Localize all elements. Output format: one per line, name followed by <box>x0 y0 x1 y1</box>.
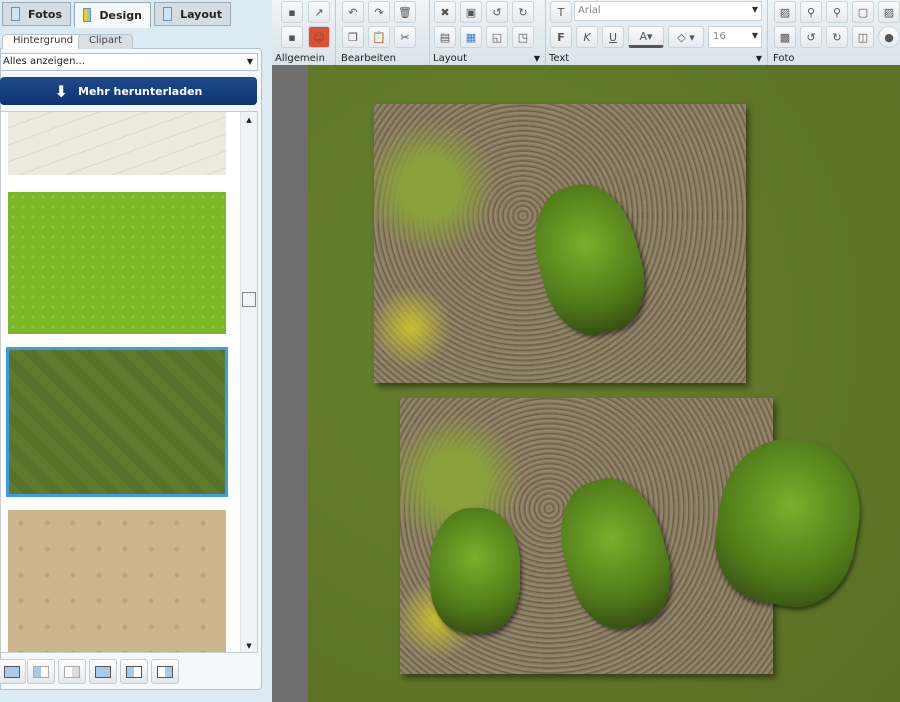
background-thumb-olive-selected[interactable] <box>6 347 228 497</box>
group-foto: ▨ ⚲ ⚲ ▢ ▨ ▩ ↺ ↻ ◫ ● Foto <box>770 0 900 65</box>
background-list <box>0 111 258 653</box>
subtab-clipart[interactable]: Clipart <box>78 34 134 49</box>
group-allgemein: ▪ ↗ ▪ ☺ Allgemein <box>272 0 336 65</box>
layout-right-spread-button[interactable] <box>151 659 179 684</box>
save-as-icon[interactable]: ▪ <box>281 26 303 48</box>
chevron-down-icon: ▼ <box>751 31 758 40</box>
underline-button[interactable]: U <box>602 26 624 48</box>
bring-front-icon[interactable]: ◳ <box>512 26 534 48</box>
layout-icon <box>163 7 173 21</box>
undo-icon[interactable]: ↶ <box>342 1 364 23</box>
arrange-icon[interactable]: ▣ <box>460 1 482 23</box>
background-thumb-beige[interactable] <box>8 112 226 175</box>
group-bearbeiten: ↶ ↷ 🗑 ❐ 📋 ✂ Bearbeiten <box>338 0 430 65</box>
chevron-down-icon: ▼ <box>246 57 253 66</box>
tab-layout[interactable]: Layout <box>154 2 231 26</box>
cut-icon[interactable]: ✂ <box>394 26 416 48</box>
ribbon-toolbar: ▪ ↗ ▪ ☺ Allgemein ↶ ↷ 🗑 ❐ 📋 ✂ Bearbeiten… <box>272 0 900 65</box>
photo-icon <box>11 7 20 21</box>
layout-both-pages-button[interactable] <box>0 659 26 684</box>
frame-icon[interactable]: ▤ <box>434 26 456 48</box>
export-icon[interactable]: ↗ <box>308 1 330 23</box>
circle-icon[interactable]: ● <box>878 26 900 48</box>
send-back-icon[interactable]: ◱ <box>486 26 508 48</box>
font-size-select[interactable]: 16 ▼ <box>708 26 762 48</box>
group-text: T Arial ▼ F K U A ▾ ◇ ▾ 16 ▼ Text ▼ <box>546 0 768 65</box>
redo-icon[interactable]: ↷ <box>368 1 390 23</box>
rotate-right-icon[interactable]: ↻ <box>512 1 534 23</box>
design-icon <box>83 8 92 22</box>
rotate-photo-left-icon[interactable]: ↺ <box>800 26 822 48</box>
copy-icon[interactable]: ❐ <box>342 26 364 48</box>
mirror-icon[interactable]: ◫ <box>852 26 874 48</box>
layout-icon <box>33 665 49 678</box>
download-icon: ⬇ <box>54 81 69 101</box>
group-layout: ✖ ▣ ↺ ↻ ▤ ▦ ◱ ◳ Layout ▼ <box>430 0 546 65</box>
fit-icon[interactable]: ▢ <box>852 1 874 23</box>
scroll-up-icon[interactable]: ▲ <box>241 116 257 124</box>
layout-icon <box>95 665 111 678</box>
page-margin <box>272 65 308 702</box>
layout-icon <box>157 665 173 678</box>
tab-design[interactable]: Design <box>74 2 151 28</box>
italic-button[interactable]: K <box>576 26 598 48</box>
scroll-down-icon[interactable]: ▼ <box>241 642 257 650</box>
layout-right-page-button[interactable] <box>58 659 86 684</box>
layout-both-spread-button[interactable] <box>89 659 117 684</box>
background-thumb-tan[interactable] <box>8 510 226 652</box>
add-photo-icon[interactable]: ▨ <box>774 1 796 23</box>
text-box-icon[interactable]: T <box>550 1 572 23</box>
chevron-down-icon[interactable]: ▼ <box>756 54 762 63</box>
zoom-in-icon[interactable]: ⚲ <box>826 1 848 23</box>
layout-icon <box>64 665 80 678</box>
photo-edit-icon[interactable]: ▩ <box>774 26 796 48</box>
layout-icon <box>4 665 20 678</box>
frog-image <box>430 508 520 633</box>
page-canvas[interactable] <box>308 65 900 702</box>
photo-effect-icon[interactable]: ▨ <box>878 1 900 23</box>
layout-icon <box>126 665 142 678</box>
save-icon[interactable]: ▪ <box>281 1 303 23</box>
download-more-button[interactable]: ⬇ Mehr herunterladen <box>0 77 257 105</box>
filter-select[interactable]: Alles anzeigen... ▼ <box>0 53 258 71</box>
bold-button[interactable]: F <box>550 26 572 48</box>
layout-left-spread-button[interactable] <box>120 659 148 684</box>
delete-icon[interactable]: 🗑 <box>394 1 416 23</box>
tab-fotos[interactable]: Fotos <box>2 2 71 26</box>
frog-image <box>521 173 657 345</box>
chevron-down-icon[interactable]: ▼ <box>534 54 540 63</box>
rotate-left-icon[interactable]: ↺ <box>486 1 508 23</box>
zoom-out-icon[interactable]: ⚲ <box>800 1 822 23</box>
rotate-photo-right-icon[interactable]: ↻ <box>826 26 848 48</box>
layout-left-page-button[interactable] <box>27 659 55 684</box>
paste-icon[interactable]: 📋 <box>368 26 390 48</box>
avatar-icon[interactable]: ☺ <box>308 26 330 48</box>
scrollbar[interactable]: ▲ ▼ <box>240 112 257 652</box>
font-select[interactable]: Arial ▼ <box>574 1 762 21</box>
background-thumb-green[interactable] <box>8 192 226 334</box>
subtab-hintergrund[interactable]: Hintergrund <box>2 34 85 49</box>
scrollbar-thumb[interactable] <box>242 292 256 307</box>
grid-icon[interactable]: ▦ <box>460 26 482 48</box>
frog-image <box>547 467 683 639</box>
remove-frame-icon[interactable]: ✖ <box>434 1 456 23</box>
font-color-button[interactable]: A ▾ <box>628 26 664 48</box>
chevron-down-icon: ▼ <box>751 5 758 14</box>
fill-color-button[interactable]: ◇ ▾ <box>668 26 704 48</box>
frog-photo-top[interactable] <box>374 104 746 383</box>
